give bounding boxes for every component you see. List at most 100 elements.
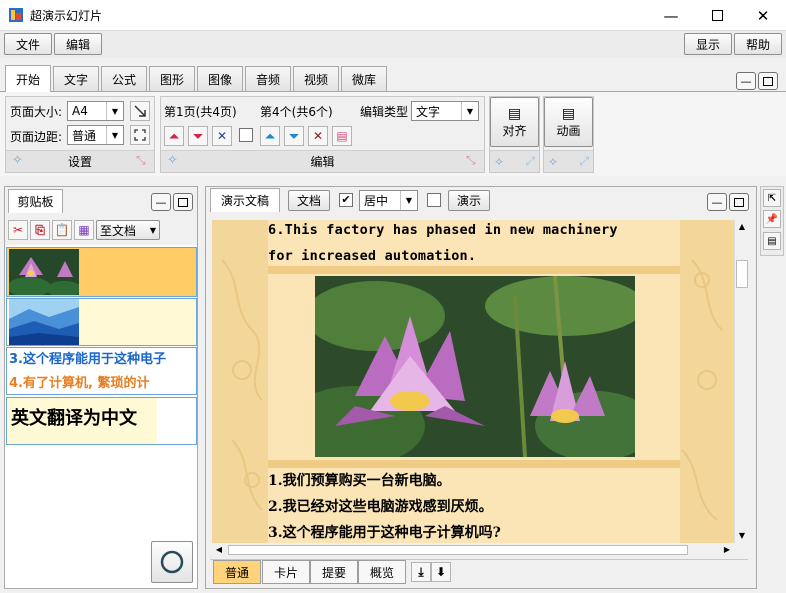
ribbon-restore-button[interactable]	[758, 72, 778, 90]
scroll-right-icon[interactable]: ▶	[720, 543, 734, 557]
expand-icon[interactable]: ⤢	[579, 154, 589, 169]
view-tab-normal[interactable]: 普通	[213, 560, 261, 584]
to-document-dropdown[interactable]: 至文档 ▼	[96, 220, 160, 240]
clipboard-minimize-button[interactable]: —	[151, 193, 171, 211]
edit-group-label: 编辑	[310, 155, 335, 169]
move-up-icon[interactable]: ⏶	[260, 126, 280, 146]
animation-button[interactable]: ▤ 动画	[544, 97, 593, 147]
tab-audio[interactable]: 音频	[245, 66, 291, 91]
file-menu-button[interactable]: 文件	[4, 33, 52, 55]
scroll-up-icon[interactable]: ▲	[735, 220, 749, 234]
tab-image[interactable]: 图像	[197, 66, 243, 91]
clipboard-item-image[interactable]	[6, 298, 197, 346]
ribbon-minimize-button[interactable]: —	[736, 72, 756, 90]
move-top-icon[interactable]: ⏶	[164, 126, 184, 146]
clip-text-line: 4.有了计算机, 繁琐的计	[9, 376, 150, 391]
copy-icon[interactable]: ⎘	[30, 220, 50, 240]
note-icon[interactable]: ▤	[332, 126, 352, 146]
select-all-icon[interactable]: ▦	[74, 220, 94, 240]
page-margin-select[interactable]: 普通 ▼	[67, 125, 124, 145]
horizontal-scrollbar[interactable]: ◀ ▶	[212, 543, 734, 557]
align-button[interactable]: ▤ 对齐	[490, 97, 539, 147]
expand-icon[interactable]: ⤡	[136, 153, 146, 168]
margin-icon[interactable]	[130, 125, 150, 145]
expand-icon[interactable]: ⤢	[525, 154, 535, 169]
horizontal-scroll-thumb[interactable]	[228, 545, 688, 555]
slide-text-line: 2.我已经对这些电脑游戏感到厌烦。	[268, 499, 493, 515]
chevron-down-icon: ▼	[461, 102, 478, 120]
move-bottom-icon[interactable]: ⏷	[188, 126, 208, 146]
wand-icon: ✧	[494, 154, 505, 169]
clipboard-item-text[interactable]: 3.这个程序能用于这种电子 4.有了计算机, 繁琐的计	[6, 347, 197, 395]
animation-group-footer: ✧ ⤢	[544, 150, 593, 172]
edit-type-label: 编辑类型	[360, 105, 409, 119]
align-value: 居中	[364, 194, 389, 208]
clip-text-line: 英文翻译为中文	[11, 408, 137, 429]
import-icon[interactable]: ⤓	[411, 562, 431, 582]
chevron-down-icon: ▼	[149, 225, 156, 235]
scroll-left-icon[interactable]: ◀	[212, 543, 226, 557]
to-document-label: 至文档	[100, 223, 137, 238]
chevron-down-icon: ▼	[106, 102, 123, 120]
minimize-icon[interactable]: —	[648, 0, 694, 31]
tab-shape[interactable]: 图形	[149, 66, 195, 91]
page-size-select[interactable]: A4 ▼	[67, 101, 124, 121]
view-tab-card[interactable]: 卡片	[262, 560, 310, 584]
editor-restore-button[interactable]	[729, 193, 749, 211]
document-button[interactable]: 文档	[288, 190, 330, 211]
view-tab-summary[interactable]: 提要	[310, 560, 358, 584]
editor-minimize-button[interactable]: —	[707, 193, 727, 211]
clipboard-item-image[interactable]	[6, 247, 197, 297]
present-button[interactable]: 演示	[448, 190, 490, 211]
align-select[interactable]: 居中 ▼	[359, 190, 418, 211]
resize-icon[interactable]	[130, 101, 150, 121]
tab-start[interactable]: 开始	[5, 65, 51, 92]
delete-icon[interactable]: ✕	[212, 126, 232, 146]
tab-formula[interactable]: 公式	[101, 66, 147, 91]
lotus-image[interactable]	[315, 276, 635, 457]
slide-text-line: 3.这个程序能用于这种电子计算机吗?	[268, 525, 501, 541]
edit-group-footer: 编辑	[161, 150, 484, 172]
vertical-scrollbar[interactable]: ▲ ▼	[734, 220, 749, 543]
wand-icon: ✧	[12, 153, 23, 168]
download-icon[interactable]: ⬇	[431, 562, 451, 582]
help-menu-button[interactable]: 帮助	[734, 33, 782, 55]
remove-icon[interactable]: ✕	[308, 126, 328, 146]
edit-menu-button[interactable]: 编辑	[54, 33, 102, 55]
tab-video[interactable]: 视频	[293, 66, 339, 91]
slide-canvas[interactable]: 6.This factory has phased in new machine…	[212, 220, 734, 543]
present-checkbox[interactable]	[427, 193, 441, 207]
checkbox[interactable]	[239, 128, 253, 142]
cut-icon[interactable]: ✂	[8, 220, 28, 240]
edit-type-select[interactable]: 文字 ▼	[411, 101, 479, 121]
maximize-icon[interactable]	[694, 0, 740, 31]
wand-icon: ✧	[548, 154, 559, 169]
mountain-thumbnail	[9, 299, 79, 345]
slide-text-line: for increased automation.	[268, 248, 477, 264]
tab-microlib[interactable]: 微库	[341, 66, 387, 91]
popout-icon[interactable]: ⇱	[763, 189, 781, 207]
display-menu-button[interactable]: 显示	[684, 33, 732, 55]
vertical-scroll-thumb[interactable]	[736, 260, 748, 288]
expand-icon[interactable]: ⤡	[466, 153, 476, 168]
align-checkbox[interactable]: ✔	[339, 193, 353, 207]
scroll-down-icon[interactable]: ▼	[735, 529, 749, 543]
page-info: 第1页(共4页)	[164, 105, 237, 119]
clipboard-item-text[interactable]: 英文翻译为中文	[6, 397, 197, 445]
record-button[interactable]	[151, 541, 193, 583]
view-tab-overview[interactable]: 概览	[358, 560, 406, 584]
tab-text[interactable]: 文字	[53, 66, 99, 91]
edit-type-value: 文字	[416, 104, 441, 119]
move-down-icon[interactable]: ⏷	[284, 126, 304, 146]
paste-icon[interactable]: 📋	[52, 220, 72, 240]
tab-clipboard[interactable]: 剪贴板	[8, 189, 63, 213]
page-margin-label: 页面边距:	[10, 130, 63, 144]
page-margin-value: 普通	[72, 128, 97, 143]
title-bar: 超演示幻灯片 — ✕	[0, 0, 786, 31]
clipboard-restore-button[interactable]	[173, 193, 193, 211]
close-icon[interactable]: ✕	[740, 0, 786, 31]
menu-bar: 文件 编辑 显示 帮助	[0, 31, 786, 58]
tab-presentation[interactable]: 演示文稿	[210, 188, 280, 212]
list-icon[interactable]: ▤	[763, 232, 781, 250]
pin-icon[interactable]: 📌	[763, 210, 781, 228]
